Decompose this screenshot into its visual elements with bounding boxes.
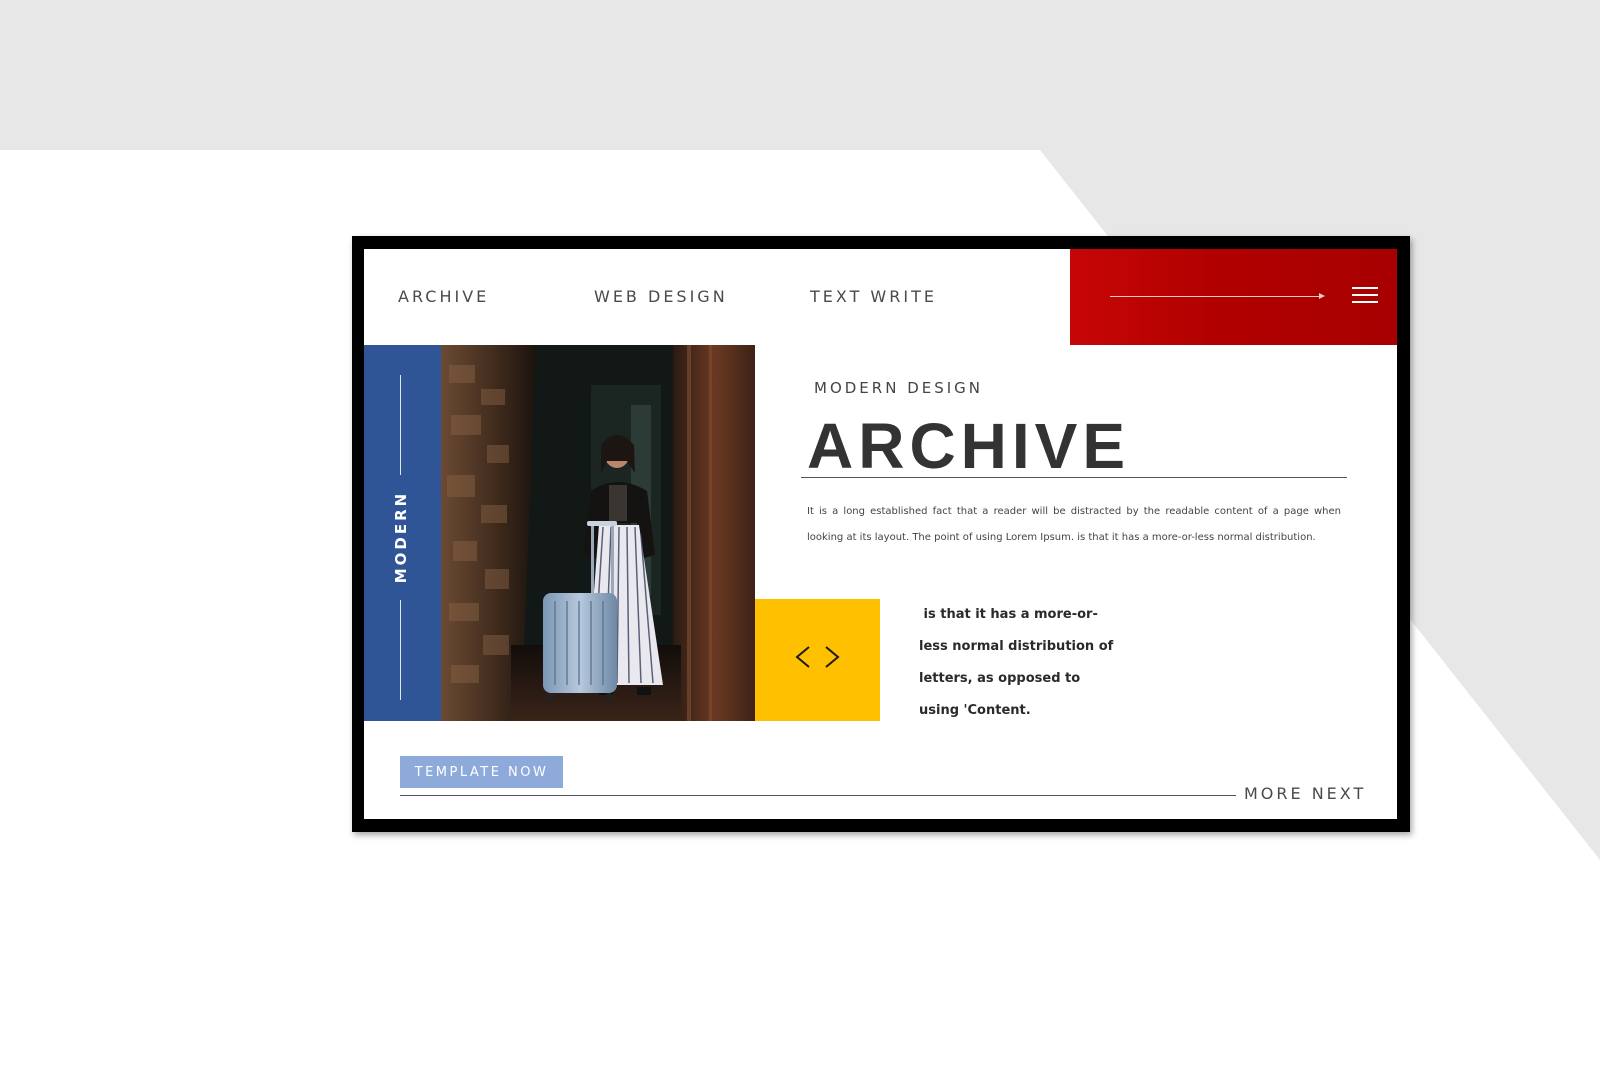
sidebar-vertical-label: MODERN	[392, 490, 410, 584]
nav-item-text-write[interactable]: TEXT WRITE	[810, 287, 937, 306]
hamburger-menu-icon[interactable]	[1352, 287, 1378, 305]
hero-paragraph: It is a long established fact that a rea…	[807, 506, 1341, 543]
template-now-button[interactable]: TEMPLATE NOW	[400, 756, 563, 788]
more-next-link[interactable]: MORE NEXT	[1244, 784, 1366, 803]
header-red-block	[1070, 249, 1397, 345]
background-top-band	[0, 0, 1600, 150]
hero-photo	[441, 345, 755, 721]
sidebar-strip: MODERN	[364, 345, 441, 721]
code-brackets-icon	[795, 646, 840, 668]
hero-quote: is that it has a more-or- less normal di…	[919, 599, 1119, 727]
divider-line	[400, 375, 401, 475]
quote-line: letters, as opposed to	[919, 671, 1081, 686]
nav-item-archive[interactable]: ARCHIVE	[398, 287, 489, 306]
quote-line: less normal distribution of	[919, 639, 1114, 654]
title-divider	[801, 477, 1347, 478]
arrowhead-icon	[1319, 293, 1325, 299]
footer-divider	[400, 795, 1236, 796]
code-brackets-button[interactable]	[755, 599, 880, 721]
quote-line: using 'Content.	[919, 703, 1031, 718]
arrow-right-icon	[1110, 296, 1320, 297]
nav-item-web-design[interactable]: WEB DESIGN	[594, 287, 728, 306]
divider-line	[400, 600, 401, 700]
hero-eyebrow: MODERN DESIGN	[814, 379, 984, 397]
quote-line: is that it has a more-or-	[919, 607, 1098, 622]
hero-title: ARCHIVE	[807, 410, 1131, 482]
slide: ARCHIVE WEB DESIGN TEXT WRITE MODERN MOD…	[364, 249, 1397, 819]
